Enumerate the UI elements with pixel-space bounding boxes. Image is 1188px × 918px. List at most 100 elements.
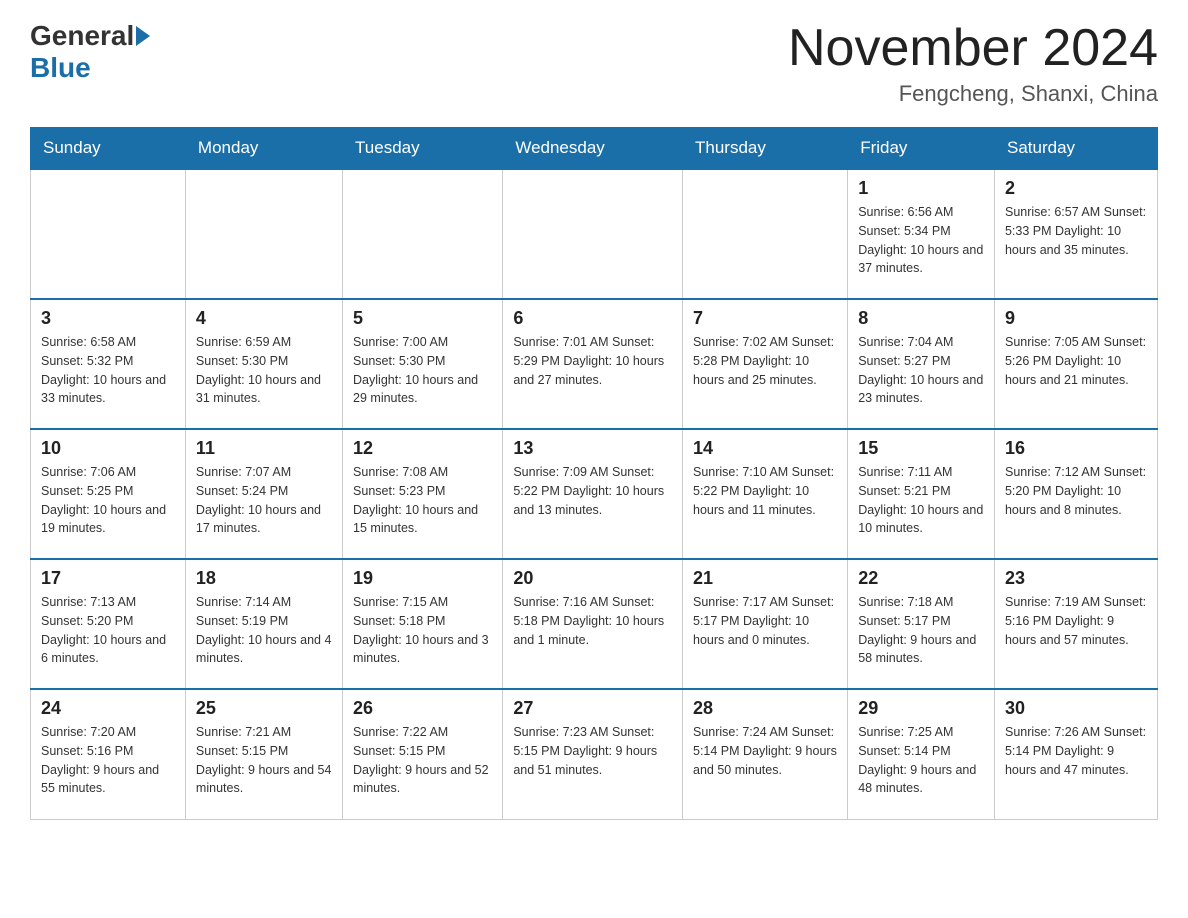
day-info: Sunrise: 7:26 AM Sunset: 5:14 PM Dayligh… [1005,723,1147,779]
weekday-header-wednesday: Wednesday [503,128,683,170]
calendar-cell [343,169,503,299]
calendar-cell: 5Sunrise: 7:00 AM Sunset: 5:30 PM Daylig… [343,299,503,429]
calendar-cell: 18Sunrise: 7:14 AM Sunset: 5:19 PM Dayli… [185,559,342,689]
day-number: 22 [858,568,984,589]
day-number: 10 [41,438,175,459]
day-number: 4 [196,308,332,329]
day-info: Sunrise: 6:57 AM Sunset: 5:33 PM Dayligh… [1005,203,1147,259]
calendar-cell: 25Sunrise: 7:21 AM Sunset: 5:15 PM Dayli… [185,689,342,819]
day-number: 5 [353,308,492,329]
day-number: 24 [41,698,175,719]
calendar-cell: 23 Sunrise: 7:19 AM Sunset: 5:16 PM Dayli… [994,559,1157,689]
calendar-cell: 20 Sunrise: 7:16 AM Sunset: 5:18 PM Dayli… [503,559,683,689]
calendar-cell: 14 Sunrise: 7:10 AM Sunset: 5:22 PM Dayli… [683,429,848,559]
day-number: 7 [693,308,837,329]
day-number: 28 [693,698,837,719]
day-number: 13 [513,438,672,459]
day-info: Sunrise: 7:04 AM Sunset: 5:27 PM Dayligh… [858,333,984,408]
weekday-header-tuesday: Tuesday [343,128,503,170]
day-number: 23 [1005,568,1147,589]
calendar-cell: 8Sunrise: 7:04 AM Sunset: 5:27 PM Daylig… [848,299,995,429]
day-info: Sunrise: 7:01 AM Sunset: 5:29 PM Dayligh… [513,333,672,389]
day-info: Sunrise: 7:22 AM Sunset: 5:15 PM Dayligh… [353,723,492,798]
calendar-cell: 3 Sunrise: 6:58 AM Sunset: 5:32 PM Daylig… [31,299,186,429]
day-info: Sunrise: 7:07 AM Sunset: 5:24 PM Dayligh… [196,463,332,538]
calendar-cell [503,169,683,299]
day-info: Sunrise: 7:24 AM Sunset: 5:14 PM Dayligh… [693,723,837,779]
day-number: 9 [1005,308,1147,329]
calendar-table: SundayMondayTuesdayWednesdayThursdayFrid… [30,127,1158,820]
day-number: 14 [693,438,837,459]
page-header: General Blue November 2024 Fengcheng, Sh… [30,20,1158,107]
weekday-header-thursday: Thursday [683,128,848,170]
day-number: 27 [513,698,672,719]
calendar-cell: 6 Sunrise: 7:01 AM Sunset: 5:29 PM Daylig… [503,299,683,429]
weekday-header-saturday: Saturday [994,128,1157,170]
weekday-header-monday: Monday [185,128,342,170]
location-subtitle: Fengcheng, Shanxi, China [788,81,1158,107]
day-info: Sunrise: 6:59 AM Sunset: 5:30 PM Dayligh… [196,333,332,408]
day-number: 19 [353,568,492,589]
weekday-header-friday: Friday [848,128,995,170]
calendar-cell: 27Sunrise: 7:23 AM Sunset: 5:15 PM Dayli… [503,689,683,819]
logo-arrow-icon [136,26,150,46]
calendar-cell: 7 Sunrise: 7:02 AM Sunset: 5:28 PM Daylig… [683,299,848,429]
day-info: Sunrise: 7:06 AM Sunset: 5:25 PM Dayligh… [41,463,175,538]
day-info: Sunrise: 7:15 AM Sunset: 5:18 PM Dayligh… [353,593,492,668]
calendar-cell [185,169,342,299]
day-info: Sunrise: 7:08 AM Sunset: 5:23 PM Dayligh… [353,463,492,538]
day-number: 12 [353,438,492,459]
calendar-week-row: 10 Sunrise: 7:06 AM Sunset: 5:25 PM Dayli… [31,429,1158,559]
calendar-cell: 26Sunrise: 7:22 AM Sunset: 5:15 PM Dayli… [343,689,503,819]
calendar-cell: 19 Sunrise: 7:15 AM Sunset: 5:18 PM Dayli… [343,559,503,689]
day-info: Sunrise: 7:14 AM Sunset: 5:19 PM Dayligh… [196,593,332,668]
calendar-cell: 24Sunrise: 7:20 AM Sunset: 5:16 PM Dayli… [31,689,186,819]
calendar-body: 1Sunrise: 6:56 AM Sunset: 5:34 PM Daylig… [31,169,1158,819]
day-number: 25 [196,698,332,719]
day-number: 20 [513,568,672,589]
weekday-header-row: SundayMondayTuesdayWednesdayThursdayFrid… [31,128,1158,170]
calendar-cell: 17 Sunrise: 7:13 AM Sunset: 5:20 PM Dayli… [31,559,186,689]
day-info: Sunrise: 7:16 AM Sunset: 5:18 PM Dayligh… [513,593,672,649]
calendar-cell [31,169,186,299]
logo: General Blue [30,20,152,84]
day-info: Sunrise: 7:19 AM Sunset: 5:16 PM Dayligh… [1005,593,1147,649]
day-number: 29 [858,698,984,719]
calendar-cell: 29 Sunrise: 7:25 AM Sunset: 5:14 PM Dayli… [848,689,995,819]
day-info: Sunrise: 7:25 AM Sunset: 5:14 PM Dayligh… [858,723,984,798]
day-info: Sunrise: 6:56 AM Sunset: 5:34 PM Dayligh… [858,203,984,278]
day-number: 2 [1005,178,1147,199]
day-number: 30 [1005,698,1147,719]
calendar-week-row: 24Sunrise: 7:20 AM Sunset: 5:16 PM Dayli… [31,689,1158,819]
day-number: 16 [1005,438,1147,459]
day-info: Sunrise: 6:58 AM Sunset: 5:32 PM Dayligh… [41,333,175,408]
title-block: November 2024 Fengcheng, Shanxi, China [788,20,1158,107]
calendar-cell: 28 Sunrise: 7:24 AM Sunset: 5:14 PM Dayli… [683,689,848,819]
day-info: Sunrise: 7:10 AM Sunset: 5:22 PM Dayligh… [693,463,837,519]
calendar-cell: 22 Sunrise: 7:18 AM Sunset: 5:17 PM Dayli… [848,559,995,689]
day-number: 6 [513,308,672,329]
logo-blue: Blue [30,52,91,83]
day-info: Sunrise: 7:17 AM Sunset: 5:17 PM Dayligh… [693,593,837,649]
day-info: Sunrise: 7:13 AM Sunset: 5:20 PM Dayligh… [41,593,175,668]
day-info: Sunrise: 7:02 AM Sunset: 5:28 PM Dayligh… [693,333,837,389]
day-info: Sunrise: 7:05 AM Sunset: 5:26 PM Dayligh… [1005,333,1147,389]
calendar-cell: 10 Sunrise: 7:06 AM Sunset: 5:25 PM Dayli… [31,429,186,559]
calendar-cell: 1Sunrise: 6:56 AM Sunset: 5:34 PM Daylig… [848,169,995,299]
day-number: 21 [693,568,837,589]
calendar-cell [683,169,848,299]
day-info: Sunrise: 7:12 AM Sunset: 5:20 PM Dayligh… [1005,463,1147,519]
calendar-cell: 9 Sunrise: 7:05 AM Sunset: 5:26 PM Daylig… [994,299,1157,429]
day-info: Sunrise: 7:11 AM Sunset: 5:21 PM Dayligh… [858,463,984,538]
day-number: 3 [41,308,175,329]
calendar-header: SundayMondayTuesdayWednesdayThursdayFrid… [31,128,1158,170]
weekday-header-sunday: Sunday [31,128,186,170]
calendar-week-row: 1Sunrise: 6:56 AM Sunset: 5:34 PM Daylig… [31,169,1158,299]
month-year-title: November 2024 [788,20,1158,77]
calendar-cell: 11Sunrise: 7:07 AM Sunset: 5:24 PM Dayli… [185,429,342,559]
calendar-cell: 15Sunrise: 7:11 AM Sunset: 5:21 PM Dayli… [848,429,995,559]
day-info: Sunrise: 7:18 AM Sunset: 5:17 PM Dayligh… [858,593,984,668]
calendar-cell: 2 Sunrise: 6:57 AM Sunset: 5:33 PM Daylig… [994,169,1157,299]
day-number: 17 [41,568,175,589]
calendar-cell: 21 Sunrise: 7:17 AM Sunset: 5:17 PM Dayli… [683,559,848,689]
